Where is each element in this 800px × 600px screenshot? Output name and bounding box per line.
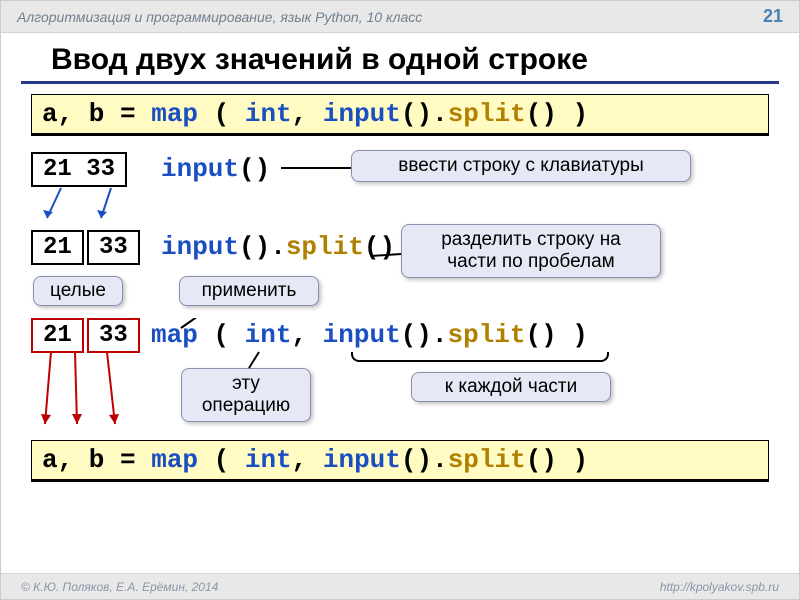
course-title: Алгоритмизация и программирование, язык … xyxy=(17,9,422,25)
callout-op: эту операцию xyxy=(181,368,311,422)
callout-apply: применить xyxy=(179,276,319,306)
code-frag: map xyxy=(151,320,198,350)
code-frag: , xyxy=(291,320,322,350)
code-frag: , xyxy=(292,445,323,475)
code-bottom: a, b = map ( int, input().split() ) xyxy=(31,440,769,482)
callout-input: ввести строку с клавиатуры xyxy=(351,150,691,182)
copyright: © К.Ю. Поляков, Е.А. Ерёмин, 2014 xyxy=(21,580,218,594)
page-number: 21 xyxy=(763,6,783,27)
code-frag: () xyxy=(239,154,270,184)
code-frag: (). xyxy=(401,320,448,350)
code-frag: split xyxy=(448,445,526,475)
step-1: 21 33 input() ввести строку с клавиатуры xyxy=(31,152,769,222)
content: a, b = map ( int, input().split() ) 21 3… xyxy=(1,94,799,482)
code-frag: ( xyxy=(198,99,245,129)
code-frag: () ) xyxy=(526,445,588,475)
code-frag: () ) xyxy=(526,99,588,129)
code-frag: input xyxy=(323,320,401,350)
topbar: Алгоритмизация и программирование, язык … xyxy=(1,1,799,33)
step-2: 21 33 input().split() разделить строку н… xyxy=(31,230,769,310)
value-box: 21 xyxy=(31,230,84,265)
value-box: 33 xyxy=(87,318,140,353)
code-frag: ( xyxy=(198,320,245,350)
callout-each: к каждой части xyxy=(411,372,611,402)
footer: © К.Ю. Поляков, Е.А. Ерёмин, 2014 http:/… xyxy=(1,573,799,599)
value-box: 33 xyxy=(87,230,140,265)
code-frag: input xyxy=(323,99,401,129)
step-3: 21 33 map ( int, input().split() ) эту о… xyxy=(31,318,769,428)
brace-icon xyxy=(351,352,609,362)
code-frag: int xyxy=(245,445,292,475)
code-frag: int xyxy=(245,99,292,129)
code-frag: split xyxy=(448,99,526,129)
code-step2: input().split() xyxy=(161,232,395,262)
code-frag: (). xyxy=(401,99,448,129)
callout-split: разделить строку на части по пробелам xyxy=(401,224,661,278)
code-frag: map xyxy=(151,99,198,129)
code-frag: (). xyxy=(401,445,448,475)
code-frag: split xyxy=(447,320,525,350)
code-frag: input xyxy=(161,232,239,262)
code-step1: input() xyxy=(161,154,270,184)
callout-int: целые xyxy=(33,276,123,306)
code-step3: map ( int, input().split() ) xyxy=(151,320,588,350)
code-frag: map xyxy=(151,445,198,475)
code-frag: (). xyxy=(239,232,286,262)
value-box: 21 33 xyxy=(31,152,127,187)
code-frag: () ) xyxy=(526,320,588,350)
code-frag: split xyxy=(286,232,364,262)
value-box: 21 xyxy=(31,318,84,353)
code-frag: input xyxy=(323,445,401,475)
code-frag: a, b = xyxy=(42,99,151,129)
code-frag: input xyxy=(161,154,239,184)
slide: Алгоритмизация и программирование, язык … xyxy=(0,0,800,600)
code-frag: () xyxy=(364,232,395,262)
slide-title: Ввод двух значений в одной строке xyxy=(21,33,779,84)
footer-url: http://kpolyakov.spb.ru xyxy=(660,580,779,594)
code-frag: , xyxy=(292,99,323,129)
code-frag: int xyxy=(245,320,292,350)
code-frag: a, b = xyxy=(42,445,151,475)
code-frag: ( xyxy=(198,445,245,475)
code-top: a, b = map ( int, input().split() ) xyxy=(31,94,769,136)
